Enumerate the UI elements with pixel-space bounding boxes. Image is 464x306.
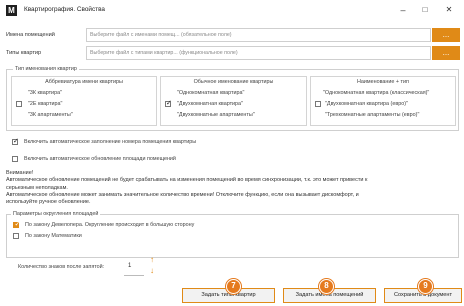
naming-column-regular: Обычное именование квартиры "Однокомнатн… — [160, 76, 307, 126]
naming-option: "Двухкомнатные апартаменты" — [177, 112, 255, 118]
rounding-legend: Параметры округления площадей — [11, 211, 101, 217]
app-logo-icon: M — [6, 5, 17, 16]
naming-column-header: Аббревиатура имени квартиры — [45, 79, 123, 85]
decimals-input[interactable]: 1 — [124, 258, 144, 276]
maximize-button[interactable]: □ — [416, 2, 434, 18]
warning-line: Автоматическое обновление помещений не б… — [6, 177, 368, 184]
types-file-label: Типы квартир — [6, 50, 42, 56]
rounding-developer-radio[interactable] — [13, 220, 20, 228]
decimals-down-icon[interactable]: ↓ — [150, 266, 154, 275]
close-button[interactable]: ✕ — [440, 2, 458, 18]
rooms-browse-button[interactable]: ... — [432, 28, 460, 42]
window-title: Квартирография. Свойства — [24, 6, 105, 13]
naming-option: "Однокомнатная квартира" — [177, 90, 245, 96]
naming-column-header: Обычное именование квартиры — [193, 79, 274, 85]
rooms-file-input[interactable]: Выберите файл с именами помещ... (обязат… — [86, 28, 431, 42]
decimals-up-icon[interactable]: ↑ — [150, 255, 154, 264]
warning-block: Внимание! Автоматическое обновление поме… — [6, 170, 458, 206]
auto-fill-checkbox[interactable] — [12, 137, 19, 145]
naming-column-abbr: Аббревиатура имени квартиры "3К квартира… — [11, 76, 157, 126]
step-badge-7: 7 — [226, 279, 241, 294]
naming-option: "3К апартаменты" — [28, 112, 73, 118]
rooms-file-label: Имена помещений — [6, 32, 55, 38]
naming-checkbox[interactable] — [16, 101, 22, 107]
decimals-label: Количество знаков после запятой: — [18, 264, 105, 270]
minimize-button[interactable]: – — [394, 2, 412, 18]
rounding-developer-label: По закону Девелопера. Округление происхо… — [25, 222, 195, 228]
naming-option: "Двухкомнатная квартира (евро)" — [325, 101, 408, 107]
naming-type-legend: Тип именования квартир — [13, 66, 79, 72]
rounding-group: Параметры округления площадей По закону … — [6, 211, 459, 258]
naming-option: "3К квартира" — [28, 90, 62, 96]
naming-option: "2Е квартира" — [28, 101, 63, 107]
warning-line: используйте ручное обновление. — [6, 199, 91, 206]
types-file-input[interactable]: Выберите файл с типами квартир... (функц… — [86, 46, 431, 60]
naming-type-group: Тип именования квартир Аббревиатура имен… — [6, 66, 459, 131]
types-browse-button[interactable]: ... — [432, 46, 460, 60]
step-badge-8: 8 — [319, 279, 334, 294]
warning-line: серьезным неполадкам. — [6, 184, 68, 191]
naming-checkbox[interactable] — [315, 101, 321, 107]
auto-area-checkbox[interactable] — [12, 156, 18, 162]
naming-checkbox-checked[interactable] — [165, 99, 172, 107]
naming-option: "Двухкомнатная квартира" — [177, 101, 243, 107]
title-bar: M Квартирография. Свойства – □ ✕ — [0, 0, 464, 22]
naming-column-name-type: Наименование + тип "Однокомнатная кварти… — [310, 76, 456, 126]
naming-column-header: Наименование + тип — [357, 79, 409, 85]
decimals-value: 1 — [128, 263, 132, 269]
rounding-math-label: По закону Математики — [25, 233, 82, 239]
auto-fill-label: Включить автоматическое заполнение номер… — [24, 139, 197, 145]
rounding-math-radio[interactable] — [13, 233, 19, 239]
naming-option: "Однокомнатная квартира (классическая)" — [323, 90, 430, 96]
step-badge-9: 9 — [418, 279, 433, 294]
naming-option: "Трехкомнатные апартаменты (евро)" — [325, 112, 420, 118]
auto-area-label: Включить автоматическое обновление площа… — [24, 156, 176, 162]
